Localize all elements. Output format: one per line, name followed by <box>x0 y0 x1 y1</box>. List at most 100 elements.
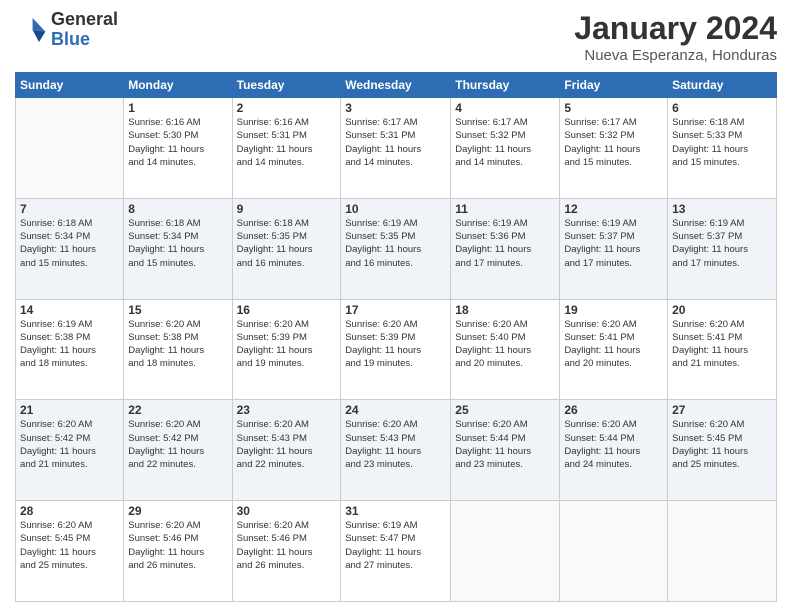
calendar-cell: 6Sunrise: 6:18 AM Sunset: 5:33 PM Daylig… <box>668 98 777 199</box>
calendar-cell <box>16 98 124 199</box>
calendar-cell: 22Sunrise: 6:20 AM Sunset: 5:42 PM Dayli… <box>124 400 232 501</box>
day-number: 27 <box>672 403 772 417</box>
day-number: 13 <box>672 202 772 216</box>
day-number: 14 <box>20 303 119 317</box>
calendar-cell: 26Sunrise: 6:20 AM Sunset: 5:44 PM Dayli… <box>560 400 668 501</box>
calendar-week-row: 1Sunrise: 6:16 AM Sunset: 5:30 PM Daylig… <box>16 98 777 199</box>
calendar-cell: 19Sunrise: 6:20 AM Sunset: 5:41 PM Dayli… <box>560 299 668 400</box>
day-number: 10 <box>345 202 446 216</box>
col-thursday: Thursday <box>451 73 560 98</box>
day-info: Sunrise: 6:18 AM Sunset: 5:34 PM Dayligh… <box>20 217 119 270</box>
day-number: 28 <box>20 504 119 518</box>
col-tuesday: Tuesday <box>232 73 341 98</box>
day-info: Sunrise: 6:17 AM Sunset: 5:32 PM Dayligh… <box>455 116 555 169</box>
day-number: 25 <box>455 403 555 417</box>
day-number: 12 <box>564 202 663 216</box>
day-number: 20 <box>672 303 772 317</box>
day-info: Sunrise: 6:19 AM Sunset: 5:35 PM Dayligh… <box>345 217 446 270</box>
day-number: 26 <box>564 403 663 417</box>
day-number: 17 <box>345 303 446 317</box>
calendar-cell: 21Sunrise: 6:20 AM Sunset: 5:42 PM Dayli… <box>16 400 124 501</box>
day-info: Sunrise: 6:20 AM Sunset: 5:46 PM Dayligh… <box>128 519 227 572</box>
logo: General Blue <box>15 10 118 50</box>
calendar-cell: 18Sunrise: 6:20 AM Sunset: 5:40 PM Dayli… <box>451 299 560 400</box>
day-info: Sunrise: 6:19 AM Sunset: 5:37 PM Dayligh… <box>564 217 663 270</box>
calendar-cell: 3Sunrise: 6:17 AM Sunset: 5:31 PM Daylig… <box>341 98 451 199</box>
day-info: Sunrise: 6:20 AM Sunset: 5:38 PM Dayligh… <box>128 318 227 371</box>
calendar-cell: 30Sunrise: 6:20 AM Sunset: 5:46 PM Dayli… <box>232 501 341 602</box>
day-info: Sunrise: 6:20 AM Sunset: 5:42 PM Dayligh… <box>20 418 119 471</box>
day-number: 18 <box>455 303 555 317</box>
calendar-cell: 2Sunrise: 6:16 AM Sunset: 5:31 PM Daylig… <box>232 98 341 199</box>
day-number: 21 <box>20 403 119 417</box>
calendar-cell <box>560 501 668 602</box>
calendar-cell: 8Sunrise: 6:18 AM Sunset: 5:34 PM Daylig… <box>124 198 232 299</box>
calendar-cell: 9Sunrise: 6:18 AM Sunset: 5:35 PM Daylig… <box>232 198 341 299</box>
calendar-cell: 11Sunrise: 6:19 AM Sunset: 5:36 PM Dayli… <box>451 198 560 299</box>
calendar: Sunday Monday Tuesday Wednesday Thursday… <box>15 72 777 602</box>
calendar-cell: 15Sunrise: 6:20 AM Sunset: 5:38 PM Dayli… <box>124 299 232 400</box>
calendar-cell: 25Sunrise: 6:20 AM Sunset: 5:44 PM Dayli… <box>451 400 560 501</box>
day-info: Sunrise: 6:18 AM Sunset: 5:33 PM Dayligh… <box>672 116 772 169</box>
calendar-cell: 23Sunrise: 6:20 AM Sunset: 5:43 PM Dayli… <box>232 400 341 501</box>
day-number: 4 <box>455 101 555 115</box>
calendar-header-row: Sunday Monday Tuesday Wednesday Thursday… <box>16 73 777 98</box>
calendar-cell: 31Sunrise: 6:19 AM Sunset: 5:47 PM Dayli… <box>341 501 451 602</box>
day-info: Sunrise: 6:20 AM Sunset: 5:44 PM Dayligh… <box>564 418 663 471</box>
day-number: 7 <box>20 202 119 216</box>
day-info: Sunrise: 6:20 AM Sunset: 5:43 PM Dayligh… <box>345 418 446 471</box>
day-number: 11 <box>455 202 555 216</box>
day-number: 9 <box>237 202 337 216</box>
calendar-cell: 20Sunrise: 6:20 AM Sunset: 5:41 PM Dayli… <box>668 299 777 400</box>
calendar-cell <box>668 501 777 602</box>
calendar-cell: 16Sunrise: 6:20 AM Sunset: 5:39 PM Dayli… <box>232 299 341 400</box>
col-monday: Monday <box>124 73 232 98</box>
calendar-week-row: 28Sunrise: 6:20 AM Sunset: 5:45 PM Dayli… <box>16 501 777 602</box>
day-number: 15 <box>128 303 227 317</box>
title-block: January 2024 Nueva Esperanza, Honduras <box>574 10 777 64</box>
day-info: Sunrise: 6:20 AM Sunset: 5:42 PM Dayligh… <box>128 418 227 471</box>
header: General Blue January 2024 Nueva Esperanz… <box>15 10 777 64</box>
day-info: Sunrise: 6:19 AM Sunset: 5:36 PM Dayligh… <box>455 217 555 270</box>
day-info: Sunrise: 6:20 AM Sunset: 5:41 PM Dayligh… <box>672 318 772 371</box>
day-info: Sunrise: 6:18 AM Sunset: 5:35 PM Dayligh… <box>237 217 337 270</box>
col-wednesday: Wednesday <box>341 73 451 98</box>
day-number: 16 <box>237 303 337 317</box>
day-number: 3 <box>345 101 446 115</box>
day-info: Sunrise: 6:20 AM Sunset: 5:39 PM Dayligh… <box>237 318 337 371</box>
day-info: Sunrise: 6:20 AM Sunset: 5:41 PM Dayligh… <box>564 318 663 371</box>
col-saturday: Saturday <box>668 73 777 98</box>
day-number: 24 <box>345 403 446 417</box>
calendar-cell: 7Sunrise: 6:18 AM Sunset: 5:34 PM Daylig… <box>16 198 124 299</box>
day-info: Sunrise: 6:17 AM Sunset: 5:31 PM Dayligh… <box>345 116 446 169</box>
calendar-cell: 5Sunrise: 6:17 AM Sunset: 5:32 PM Daylig… <box>560 98 668 199</box>
calendar-week-row: 21Sunrise: 6:20 AM Sunset: 5:42 PM Dayli… <box>16 400 777 501</box>
calendar-cell: 4Sunrise: 6:17 AM Sunset: 5:32 PM Daylig… <box>451 98 560 199</box>
day-number: 22 <box>128 403 227 417</box>
day-info: Sunrise: 6:17 AM Sunset: 5:32 PM Dayligh… <box>564 116 663 169</box>
location: Nueva Esperanza, Honduras <box>574 47 777 64</box>
calendar-week-row: 14Sunrise: 6:19 AM Sunset: 5:38 PM Dayli… <box>16 299 777 400</box>
calendar-cell: 1Sunrise: 6:16 AM Sunset: 5:30 PM Daylig… <box>124 98 232 199</box>
col-friday: Friday <box>560 73 668 98</box>
day-number: 8 <box>128 202 227 216</box>
day-info: Sunrise: 6:20 AM Sunset: 5:40 PM Dayligh… <box>455 318 555 371</box>
month-year: January 2024 <box>574 10 777 47</box>
calendar-cell: 29Sunrise: 6:20 AM Sunset: 5:46 PM Dayli… <box>124 501 232 602</box>
calendar-week-row: 7Sunrise: 6:18 AM Sunset: 5:34 PM Daylig… <box>16 198 777 299</box>
day-number: 19 <box>564 303 663 317</box>
calendar-cell: 24Sunrise: 6:20 AM Sunset: 5:43 PM Dayli… <box>341 400 451 501</box>
day-number: 23 <box>237 403 337 417</box>
day-info: Sunrise: 6:19 AM Sunset: 5:38 PM Dayligh… <box>20 318 119 371</box>
day-number: 29 <box>128 504 227 518</box>
calendar-cell: 28Sunrise: 6:20 AM Sunset: 5:45 PM Dayli… <box>16 501 124 602</box>
day-number: 6 <box>672 101 772 115</box>
day-info: Sunrise: 6:20 AM Sunset: 5:46 PM Dayligh… <box>237 519 337 572</box>
day-info: Sunrise: 6:20 AM Sunset: 5:45 PM Dayligh… <box>20 519 119 572</box>
day-number: 5 <box>564 101 663 115</box>
day-info: Sunrise: 6:16 AM Sunset: 5:31 PM Dayligh… <box>237 116 337 169</box>
calendar-cell: 12Sunrise: 6:19 AM Sunset: 5:37 PM Dayli… <box>560 198 668 299</box>
calendar-cell: 13Sunrise: 6:19 AM Sunset: 5:37 PM Dayli… <box>668 198 777 299</box>
calendar-cell: 14Sunrise: 6:19 AM Sunset: 5:38 PM Dayli… <box>16 299 124 400</box>
col-sunday: Sunday <box>16 73 124 98</box>
